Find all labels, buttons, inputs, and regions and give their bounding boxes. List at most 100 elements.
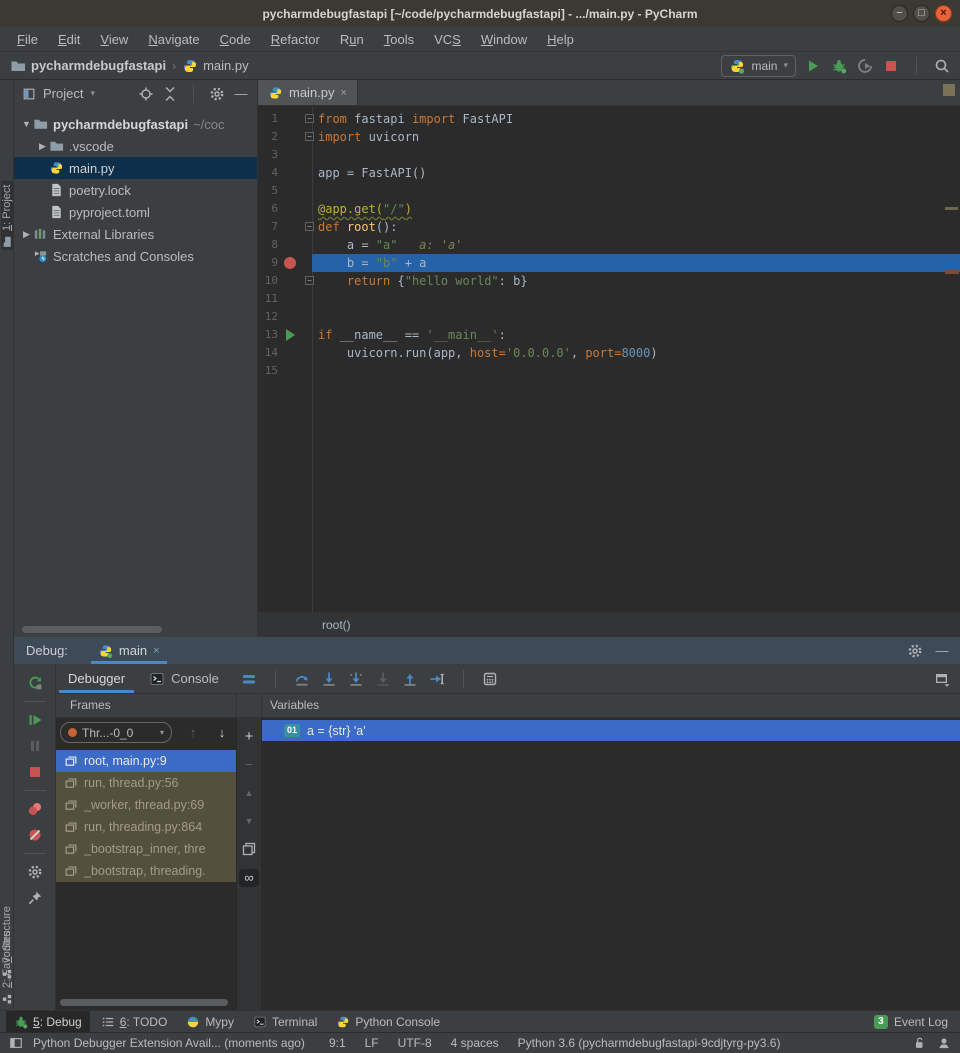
- breakpoint-icon[interactable]: [284, 257, 296, 269]
- line-number[interactable]: 7: [258, 218, 278, 236]
- scratch-icon[interactable]: [33, 249, 48, 264]
- code-line-7[interactable]: 7−def root():: [258, 218, 960, 236]
- menu-window[interactable]: Window: [472, 30, 536, 49]
- status-widget[interactable]: UTF-8: [398, 1036, 432, 1050]
- menu-help[interactable]: Help: [538, 30, 583, 49]
- menu-run[interactable]: Run: [331, 30, 373, 49]
- folder-icon[interactable]: [10, 58, 26, 74]
- code-line-4[interactable]: 4app = FastAPI(): [258, 164, 960, 182]
- code-line-14[interactable]: 14 uvicorn.run(app, host='0.0.0.0', port…: [258, 344, 960, 362]
- collapse-icon[interactable]: [162, 86, 178, 102]
- menu-tools[interactable]: Tools: [375, 30, 423, 49]
- tab-debugger[interactable]: Debugger: [56, 664, 137, 693]
- toolbar-button-mypy[interactable]: Mypy: [178, 1011, 242, 1032]
- line-number[interactable]: 10: [258, 272, 278, 290]
- fold-marker-icon[interactable]: −: [305, 114, 314, 123]
- python-icon[interactable]: [49, 161, 64, 176]
- variable-row[interactable]: 01a = {str} 'a': [262, 720, 960, 741]
- code-line-1[interactable]: 1−from fastapi import FastAPI: [258, 110, 960, 128]
- toolbar-button-5-debug[interactable]: 5: Debug: [6, 1011, 90, 1032]
- step-over-icon[interactable]: [294, 671, 310, 687]
- menu-view[interactable]: View: [91, 30, 137, 49]
- code-line-5[interactable]: 5: [258, 182, 960, 200]
- hide-icon[interactable]: —: [934, 643, 950, 659]
- terminal-icon[interactable]: [149, 671, 165, 687]
- tree-item-pycharmdebugfastapi[interactable]: ▼pycharmdebugfastapi~/coc: [14, 113, 257, 135]
- maximize-button[interactable]: □: [913, 5, 930, 22]
- expander-icon[interactable]: ▶: [36, 141, 49, 152]
- tool-window-toggle-icon[interactable]: [9, 1036, 23, 1050]
- expander-icon[interactable]: ▼: [20, 119, 33, 129]
- run-configuration-selector[interactable]: main ▾: [721, 55, 796, 77]
- line-number[interactable]: 3: [258, 146, 278, 164]
- python-icon[interactable]: [336, 1015, 350, 1029]
- face-icon[interactable]: [937, 1036, 951, 1050]
- blocks-icon[interactable]: [1, 993, 13, 1005]
- hide-icon[interactable]: —: [233, 86, 249, 102]
- line-number[interactable]: 1: [258, 110, 278, 128]
- status-widget[interactable]: 4 spaces: [451, 1036, 499, 1050]
- line-number[interactable]: 6: [258, 200, 278, 218]
- title-bar[interactable]: pycharmdebugfastapi [~/code/pycharmdebug…: [0, 0, 960, 27]
- status-widget[interactable]: 9:1: [329, 1036, 346, 1050]
- code-line-11[interactable]: 11: [258, 290, 960, 308]
- view-breakpoints-icon[interactable]: [27, 801, 43, 817]
- tab-console[interactable]: Console: [137, 664, 231, 693]
- line-number[interactable]: 9: [258, 254, 278, 272]
- code-line-8[interactable]: 8 a = "a" a: 'a': [258, 236, 960, 254]
- line-number[interactable]: 2: [258, 128, 278, 146]
- minimize-button[interactable]: −: [891, 5, 908, 22]
- watch-infinity-icon[interactable]: ∞: [239, 869, 259, 887]
- copy-frames-icon[interactable]: [241, 841, 257, 857]
- run-line-icon[interactable]: [286, 329, 295, 341]
- stop-icon[interactable]: [27, 764, 43, 780]
- toolbar-button-python-console[interactable]: Python Console: [328, 1011, 448, 1032]
- code-line-12[interactable]: 12: [258, 308, 960, 326]
- breadcrumb-item-pycharmdebugfastapi[interactable]: pycharmdebugfastapi: [10, 58, 166, 74]
- line-number[interactable]: 5: [258, 182, 278, 200]
- tree-item--vscode[interactable]: ▶.vscode: [14, 135, 257, 157]
- folder-icon[interactable]: [33, 117, 48, 132]
- line-number[interactable]: 12: [258, 308, 278, 326]
- resume-icon[interactable]: [27, 712, 43, 728]
- tri-up-icon[interactable]: ▲: [241, 785, 257, 801]
- status-widget[interactable]: Python 3.6 (pycharmdebugfastapi-9cdjtyrg…: [518, 1036, 781, 1050]
- run-to-cursor-icon[interactable]: [429, 671, 445, 687]
- editor-breadcrumb[interactable]: root(): [258, 612, 960, 637]
- frame-row[interactable]: run, thread.py:56: [56, 772, 236, 794]
- settings-icon[interactable]: [907, 643, 923, 659]
- code-line-15[interactable]: 15: [258, 362, 960, 380]
- project-horizontal-scrollbar[interactable]: [22, 626, 162, 633]
- code-line-6[interactable]: 6@app.get("/"): [258, 200, 960, 218]
- settings-icon[interactable]: [209, 86, 225, 102]
- debug-bug-icon[interactable]: [14, 1015, 28, 1029]
- code-line-13[interactable]: 13if __name__ == '__main__':: [258, 326, 960, 344]
- event-log-button[interactable]: 3 Event Log: [874, 1015, 954, 1029]
- evaluate-icon[interactable]: [482, 671, 498, 687]
- project-panel-title[interactable]: Project: [43, 86, 83, 101]
- arrow-up-icon[interactable]: ↑: [185, 725, 201, 741]
- add-icon[interactable]: +: [241, 729, 257, 745]
- close-icon[interactable]: ×: [153, 645, 159, 657]
- search-icon[interactable]: [934, 58, 950, 74]
- code-line-2[interactable]: 2−import uvicorn: [258, 128, 960, 146]
- warning-stripe-marker[interactable]: [945, 207, 958, 210]
- sidebar-item-project[interactable]: 1: Project: [1, 181, 13, 250]
- coverage-icon[interactable]: [857, 58, 873, 74]
- menu-navigate[interactable]: Navigate: [139, 30, 208, 49]
- force-step-into-icon[interactable]: [348, 671, 364, 687]
- settings-icon[interactable]: [27, 864, 43, 880]
- locate-icon[interactable]: [138, 86, 154, 102]
- code-line-9[interactable]: 9 b = "b" + a: [258, 254, 960, 272]
- menu-refactor[interactable]: Refactor: [262, 30, 329, 49]
- debug-bug-icon[interactable]: [831, 58, 847, 74]
- frame-row[interactable]: run, threading.py:864: [56, 816, 236, 838]
- menu-file[interactable]: File: [8, 30, 47, 49]
- tree-item-poetry-lock[interactable]: poetry.lock: [14, 179, 257, 201]
- lock-icon[interactable]: [912, 1036, 926, 1050]
- stop-icon[interactable]: [883, 58, 899, 74]
- close-button[interactable]: ×: [935, 5, 952, 22]
- chevron-down-icon[interactable]: ▾: [90, 88, 95, 99]
- pin-icon[interactable]: [27, 890, 43, 906]
- frame-row[interactable]: root, main.py:9: [56, 750, 236, 772]
